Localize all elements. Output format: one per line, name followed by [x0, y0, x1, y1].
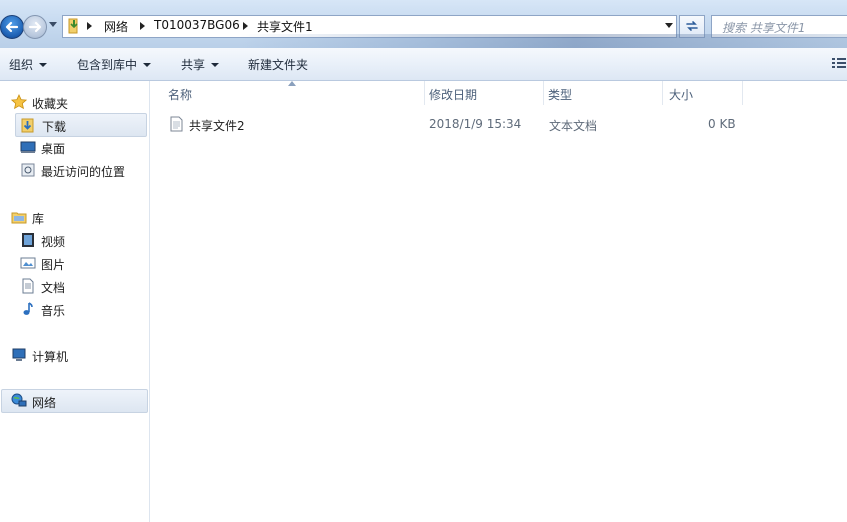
refresh-icon	[686, 21, 698, 31]
organize-button[interactable]: 组织	[9, 56, 48, 73]
share-button[interactable]: 共享	[181, 56, 220, 73]
breadcrumb-separator-icon[interactable]	[87, 22, 93, 30]
sidebar-label: 图片	[41, 258, 66, 272]
sidebar-item-libraries[interactable]: 库	[11, 206, 141, 228]
sidebar-item-pictures[interactable]: 图片	[20, 252, 145, 274]
column-header-label: 名称	[168, 88, 193, 102]
network-icon	[11, 393, 27, 407]
column-header-modified[interactable]: 修改日期	[425, 81, 543, 105]
sidebar-label: 音乐	[41, 304, 66, 318]
sidebar-label: 下载	[42, 120, 67, 134]
breadcrumb-separator-icon[interactable]	[243, 22, 249, 30]
downloads-folder-icon	[21, 118, 34, 133]
address-bar-region: 网络 T010037BG06 共享文件1 搜索 共享文件1	[0, 0, 847, 48]
breadcrumb-separator-icon[interactable]	[140, 22, 146, 30]
music-note-icon	[23, 302, 33, 315]
column-header-label: 大小	[669, 88, 694, 102]
text-document-icon	[170, 116, 183, 132]
forward-arrow-icon	[28, 21, 42, 33]
forward-button[interactable]	[23, 15, 47, 39]
pictures-icon	[20, 257, 36, 269]
search-input[interactable]: 搜索 共享文件1	[711, 15, 847, 38]
sidebar-item-network[interactable]: 网络	[1, 389, 148, 413]
file-modified: 2018/1/9 15:34	[429, 117, 522, 131]
breadcrumb-computer[interactable]: T010037BG06	[154, 18, 240, 32]
dropdown-arrow-icon	[39, 63, 48, 67]
sidebar-label: 桌面	[41, 142, 66, 156]
computer-icon	[12, 348, 26, 361]
refresh-button[interactable]	[679, 15, 705, 38]
back-arrow-icon	[5, 21, 19, 33]
column-header-label: 修改日期	[429, 88, 478, 102]
search-placeholder: 搜索 共享文件1	[722, 21, 806, 35]
sidebar-item-videos[interactable]: 视频	[20, 229, 145, 251]
include-in-library-label: 包含到库中	[77, 58, 138, 72]
documents-icon	[22, 278, 34, 294]
recent-pages-dropdown-icon[interactable]	[49, 22, 57, 28]
sidebar-item-downloads[interactable]: 下载	[15, 113, 147, 137]
column-header-name[interactable]: 名称	[150, 81, 424, 105]
view-options-icon[interactable]	[832, 58, 846, 68]
share-label: 共享	[181, 58, 206, 72]
new-folder-button[interactable]: 新建文件夹	[248, 56, 308, 73]
sidebar-item-computer[interactable]: 计算机	[11, 344, 141, 366]
sidebar-label: 收藏夹	[32, 97, 69, 111]
videos-icon	[22, 233, 34, 247]
address-box[interactable]: 网络 T010037BG06 共享文件1	[62, 15, 677, 38]
sidebar-label: 视频	[41, 235, 66, 249]
organize-label: 组织	[9, 58, 34, 72]
file-list-pane: 名称 修改日期 类型 大小 共享文件2 2018/1/9 15:34 文本文档 …	[150, 81, 847, 522]
sidebar-item-favorites[interactable]: 收藏夹	[11, 91, 141, 113]
navigation-pane: 收藏夹 下载 桌面 最近访问的位置 库 视频 图片 文档 音乐 计算机 网络	[0, 81, 150, 522]
sidebar-label: 计算机	[32, 350, 69, 364]
sidebar-label: 网络	[32, 396, 57, 410]
star-icon	[11, 94, 27, 110]
file-size: 0 KB	[708, 117, 736, 131]
column-header-type[interactable]: 类型	[544, 81, 662, 105]
dropdown-arrow-icon	[211, 63, 220, 67]
dropdown-arrow-icon	[143, 63, 152, 67]
network-folder-icon	[68, 18, 78, 34]
file-type: 文本文档	[549, 119, 598, 133]
sidebar-label: 文档	[41, 281, 66, 295]
column-divider[interactable]	[742, 81, 743, 105]
back-button[interactable]	[0, 15, 24, 39]
new-folder-label: 新建文件夹	[248, 58, 309, 72]
column-header-size[interactable]: 大小	[663, 81, 742, 105]
desktop-icon	[20, 141, 36, 153]
sidebar-label: 库	[32, 212, 45, 226]
breadcrumb-network[interactable]: 网络	[104, 18, 128, 35]
sidebar-item-desktop[interactable]: 桌面	[20, 136, 145, 158]
file-name: 共享文件2	[189, 119, 245, 133]
sidebar-item-music[interactable]: 音乐	[20, 298, 145, 320]
breadcrumb-share-folder[interactable]: 共享文件1	[257, 18, 313, 35]
address-history-dropdown-icon[interactable]	[665, 23, 673, 29]
column-header-label: 类型	[548, 88, 573, 102]
include-in-library-button[interactable]: 包含到库中	[77, 56, 152, 73]
sidebar-item-recent-places[interactable]: 最近访问的位置	[20, 159, 145, 181]
sidebar-item-documents[interactable]: 文档	[20, 275, 145, 297]
recent-places-icon	[21, 163, 35, 177]
table-row[interactable]: 共享文件2 2018/1/9 15:34 文本文档 0 KB	[166, 113, 766, 135]
sidebar-label: 最近访问的位置	[41, 165, 126, 179]
libraries-icon	[11, 212, 27, 224]
command-bar: 组织 包含到库中 共享 新建文件夹	[0, 48, 847, 81]
